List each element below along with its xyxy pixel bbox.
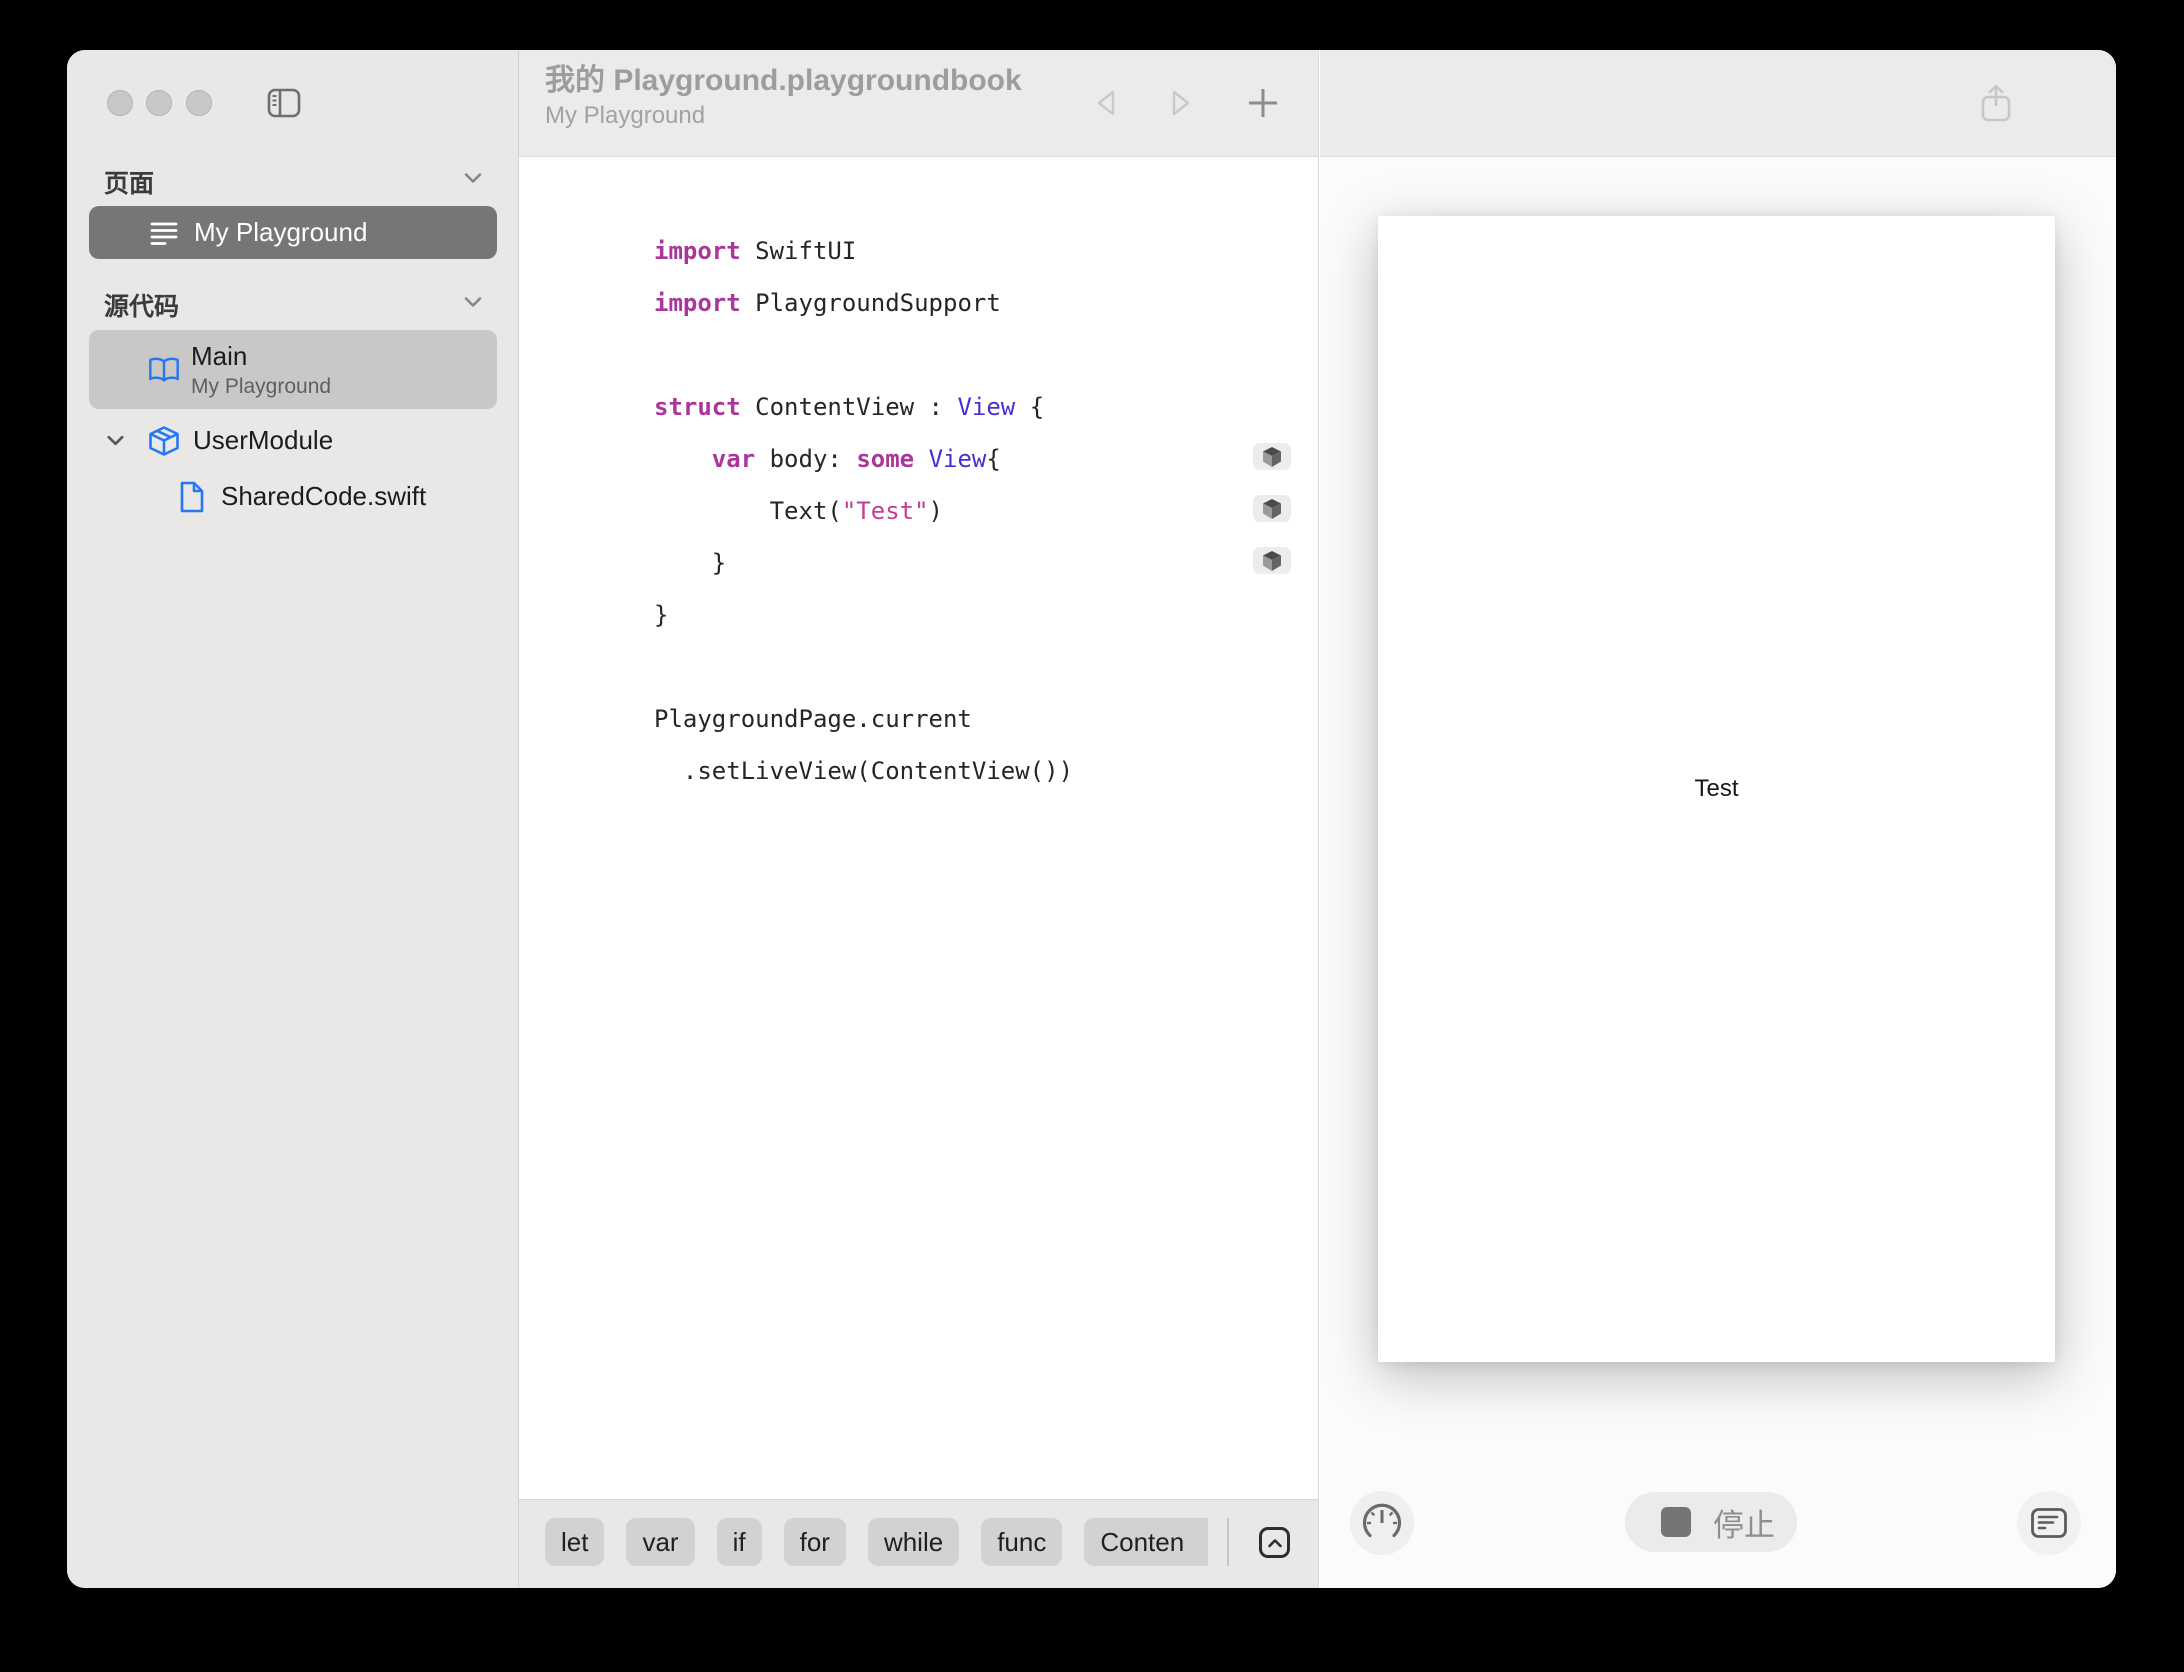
code-line: import SwiftUI: [654, 237, 857, 265]
inline-result-button[interactable]: [1253, 443, 1291, 470]
keyword-chip-func[interactable]: func: [981, 1518, 1063, 1566]
keyboard-dismiss-icon: [1267, 1538, 1282, 1547]
document-title: 我的 Playground.playgroundbook: [545, 64, 1022, 97]
stop-button-label: 停止: [1713, 1507, 1775, 1543]
add-page-button[interactable]: [1241, 81, 1285, 125]
sidebar-item-title: Main: [191, 340, 248, 371]
code-line: }: [654, 549, 727, 577]
sidebar-item-label: SharedCode.swift: [221, 481, 427, 511]
live-view-text: Test: [1694, 775, 1739, 802]
editor-pane: 我的 Playground.playgroundbook My Playgrou…: [519, 50, 1319, 1588]
sidebar-item-label: My Playground: [194, 217, 368, 247]
close-button[interactable]: [107, 90, 133, 116]
code-line: import PlaygroundSupport: [654, 289, 1001, 317]
nav-forward-icon: [1172, 90, 1190, 116]
share-icon: [1981, 84, 2011, 122]
code-line: }: [654, 601, 669, 629]
keyword-chip-row: let var if for while func Conten: [545, 1518, 1208, 1566]
live-view-pane: Test 停止: [1320, 50, 2116, 1588]
module-collapse-button[interactable]: [103, 429, 127, 453]
code-line: PlaygroundPage.current: [654, 705, 972, 733]
document-icon: [175, 480, 209, 514]
result-cube-icon: [1263, 498, 1281, 519]
forward-button[interactable]: [1159, 81, 1203, 125]
live-view-card: Test: [1378, 216, 2055, 1362]
sidebar-toggle-button[interactable]: [265, 86, 303, 120]
sidebar-item-main[interactable]: Main My Playground: [89, 330, 497, 409]
app-window: 页面 My Playground 源代码 Main My Playground …: [67, 50, 2116, 1588]
stop-button[interactable]: 停止: [1625, 1492, 1797, 1552]
keyword-chip-let[interactable]: let: [545, 1518, 605, 1566]
inline-result-button[interactable]: [1253, 547, 1291, 574]
sidebar-item-subtitle: My Playground: [191, 374, 332, 398]
result-cube-icon: [1263, 550, 1281, 571]
sidebar-toggle-icon: [267, 88, 301, 118]
keyword-chip-conten[interactable]: Conten: [1084, 1518, 1208, 1566]
preview-toolbar: [1320, 50, 2116, 157]
console-log-button[interactable]: [2017, 1491, 2081, 1555]
source-section-header: 源代码: [104, 293, 180, 321]
inline-result-button[interactable]: [1253, 495, 1291, 522]
sidebar-item-usermodule[interactable]: UserModule: [89, 414, 497, 467]
keyword-chip-var[interactable]: var: [626, 1518, 695, 1566]
keyword-chip-if[interactable]: if: [716, 1518, 762, 1566]
pages-section-header: 页面: [104, 170, 155, 198]
nav-back-icon: [1097, 90, 1115, 116]
gauge-icon: [1362, 1503, 1402, 1538]
back-button[interactable]: [1084, 81, 1128, 125]
sidebar-item-label: UserModule: [193, 425, 334, 455]
chevron-down-icon: [464, 173, 482, 183]
minimize-button[interactable]: [146, 90, 172, 116]
document-subtitle: My Playground: [545, 102, 706, 129]
keyword-chip-for[interactable]: for: [783, 1518, 846, 1566]
page-lines-icon: [147, 216, 181, 250]
console-log-icon: [2031, 1508, 2067, 1538]
share-button[interactable]: [1974, 81, 2018, 125]
sidebar: 页面 My Playground 源代码 Main My Playground …: [67, 50, 519, 1588]
chevron-down-icon: [464, 297, 482, 307]
code-line: .setLiveView(ContentView()): [654, 757, 1074, 785]
editor-toolbar: 我的 Playground.playgroundbook My Playgrou…: [519, 50, 1318, 157]
code-line: struct ContentView : View {: [654, 393, 1045, 421]
stop-square-icon: [1661, 1507, 1691, 1537]
shipping-box-icon: [147, 424, 181, 458]
keyboard-dismiss-button[interactable]: [1259, 1527, 1290, 1558]
add-icon: [1249, 89, 1277, 117]
code-editor[interactable]: import SwiftUI import PlaygroundSupport st…: [654, 225, 1073, 797]
code-line: var body: some View{: [711, 445, 1001, 473]
code-line: Text("Test"): [654, 497, 943, 525]
source-collapse-button[interactable]: [461, 290, 485, 314]
sidebar-item-sharedcode[interactable]: SharedCode.swift: [89, 470, 497, 523]
keyboard-accessory-bar: let var if for while func Conten: [519, 1499, 1318, 1588]
zoom-button[interactable]: [186, 90, 212, 116]
chevron-down-icon: [106, 435, 124, 446]
performance-gauge-button[interactable]: [1350, 1491, 1414, 1555]
sidebar-item-my-playground[interactable]: My Playground: [89, 206, 497, 259]
result-cube-icon: [1263, 446, 1281, 467]
accessory-divider: [1227, 1518, 1229, 1566]
open-book-icon: [147, 353, 181, 387]
pages-collapse-button[interactable]: [461, 166, 485, 190]
keyword-chip-while[interactable]: while: [867, 1518, 960, 1566]
document-title-block: 我的 Playground.playgroundbook My Playgrou…: [545, 63, 1022, 131]
